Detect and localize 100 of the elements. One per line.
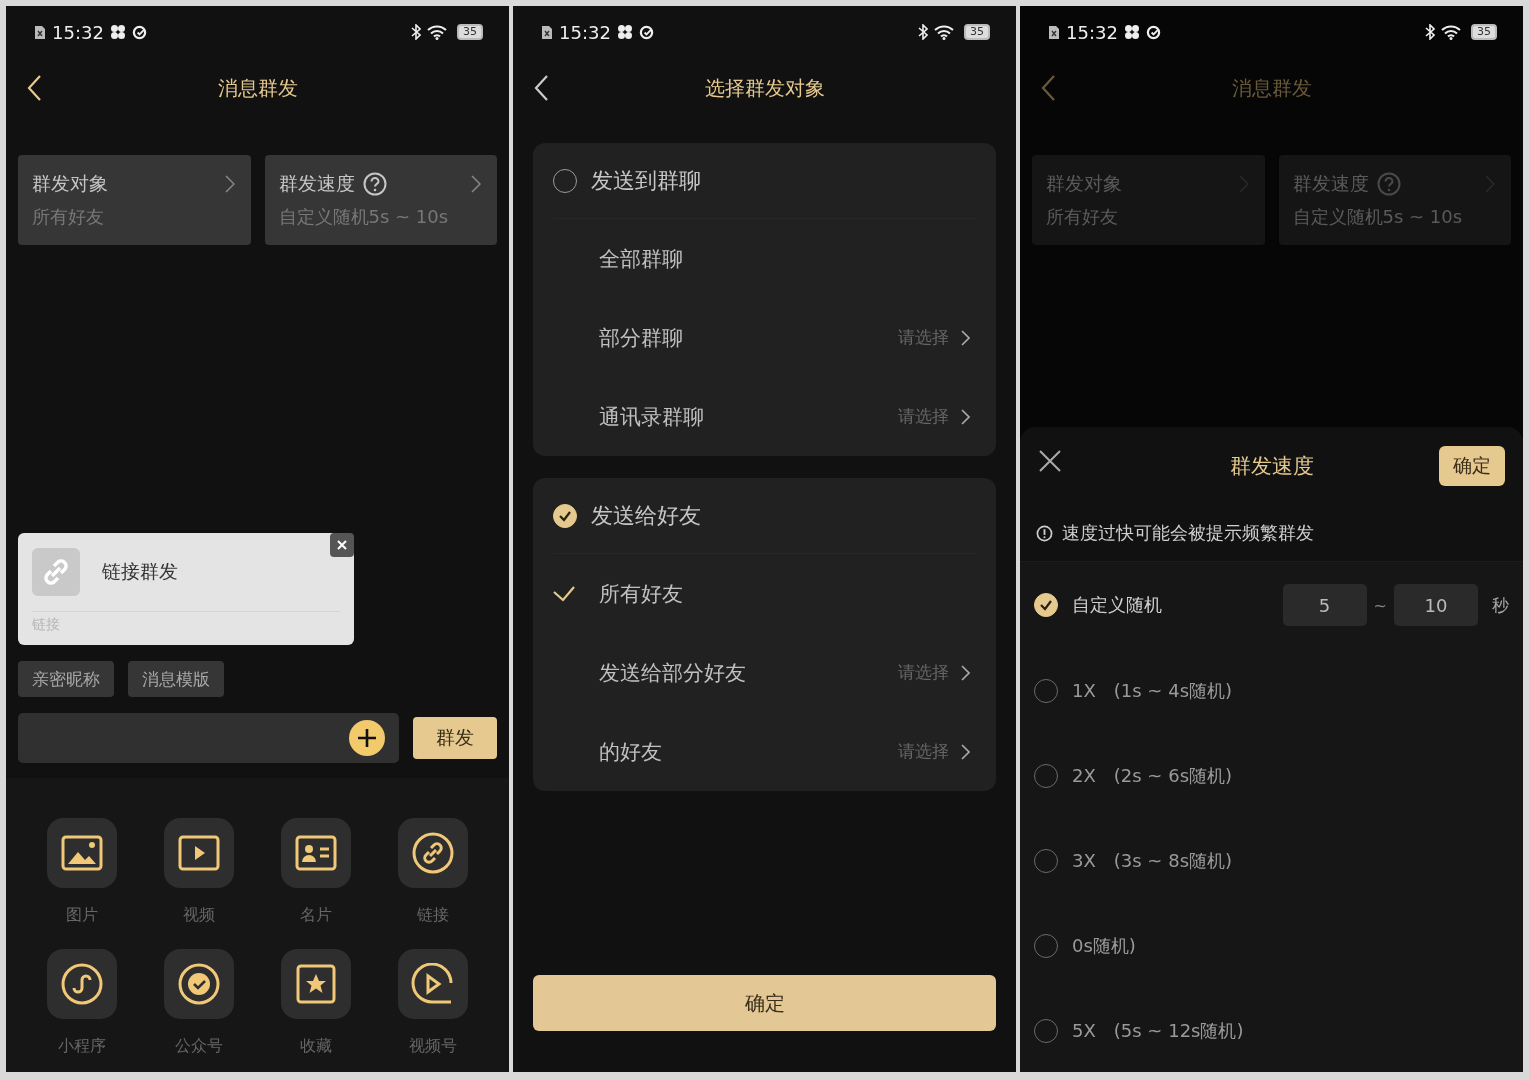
wifi-icon — [934, 24, 954, 40]
bluetooth-icon — [411, 24, 421, 40]
attachment-label: 名片 — [299, 905, 332, 926]
card-label: 群发对象 — [1046, 171, 1122, 196]
card-value: 自定义随机5s ~ 10s — [1292, 205, 1464, 229]
max-seconds-field[interactable]: 10 — [1394, 584, 1478, 626]
chevron-icon — [961, 408, 970, 425]
sync-icon — [638, 24, 654, 40]
attachment-tile[interactable] — [164, 949, 235, 1019]
status-time: 15:32 — [1066, 21, 1118, 43]
link-icon — [411, 832, 454, 874]
wifi-icon — [1441, 24, 1461, 40]
card-label: 群发速度 — [278, 171, 355, 196]
attachment-label: 视频 — [183, 905, 216, 926]
sheet-title: 群发速度 — [1229, 453, 1314, 480]
chevron-icon — [961, 743, 970, 760]
range-separator: ~ — [1373, 595, 1387, 615]
card-value: 自定义随机5s ~ 10s — [278, 205, 450, 229]
mini-program-icon — [61, 963, 104, 1005]
play-circle-icon — [410, 963, 455, 1005]
close-icon[interactable] — [1038, 449, 1062, 473]
send-button[interactable]: 群发 — [413, 717, 497, 759]
contact-card-icon — [294, 835, 337, 871]
chevron-icon — [961, 329, 970, 346]
info-icon — [1036, 524, 1053, 542]
target-option[interactable]: 通讯录群聊 请选择 — [553, 377, 976, 456]
card-label: 群发对象 — [32, 171, 108, 196]
wifi-icon — [427, 24, 447, 40]
add-icon[interactable] — [349, 720, 385, 756]
speed-option[interactable]: 1X — [1072, 680, 1096, 701]
close-icon[interactable] — [330, 533, 354, 557]
group-option[interactable]: 发送到群聊 — [553, 143, 976, 219]
battery-level: 35 — [1471, 24, 1497, 40]
template-chip[interactable]: 消息模版 — [128, 661, 224, 697]
target-option[interactable]: 全部群聊 — [553, 219, 976, 298]
attachment-label: 公众号 — [175, 1036, 224, 1057]
chevron-icon — [961, 664, 970, 681]
fan-icon — [109, 24, 126, 40]
target-option[interactable]: 部分群聊 请选择 — [553, 298, 976, 377]
status-time: 15:32 — [559, 21, 611, 43]
status-time: 15:32 — [52, 21, 104, 43]
attachment-tile[interactable] — [47, 818, 118, 888]
select-hint: 请选择 — [898, 326, 949, 349]
bluetooth-icon — [1425, 24, 1435, 40]
select-hint: 请选择 — [898, 405, 949, 428]
screen-title: 消息群发 — [1231, 74, 1312, 102]
warning-text: 速度过快可能会被提示频繁群发 — [1062, 521, 1314, 545]
screen-title: 选择群发对象 — [704, 74, 825, 102]
speed-option[interactable]: 自定义随机 — [1072, 593, 1162, 617]
link-title: 链接群发 — [102, 559, 178, 584]
attachment-tile[interactable] — [397, 818, 468, 888]
sync-icon — [1145, 24, 1161, 40]
speed-range: 0s随机) — [1072, 933, 1136, 958]
speed-option[interactable]: 5X — [1072, 1020, 1096, 1041]
sim-card-icon — [34, 24, 46, 40]
confirm-button[interactable]: 确定 — [1439, 446, 1505, 486]
card-value: 所有好友 — [1046, 205, 1119, 229]
verified-badge-icon — [178, 963, 221, 1005]
attachment-tile[interactable] — [47, 949, 118, 1019]
fan-icon — [1123, 24, 1140, 40]
confirm-button[interactable]: 确定 — [533, 975, 996, 1031]
chevron-icon — [224, 175, 235, 193]
attachment-tile[interactable] — [280, 818, 351, 888]
card-label: 群发速度 — [1292, 171, 1369, 196]
attachment-tile[interactable] — [164, 818, 235, 888]
unit-label: 秒 — [1492, 593, 1509, 617]
attachment-label: 视频号 — [408, 1036, 457, 1057]
select-hint: 请选择 — [898, 661, 949, 684]
chevron-icon — [471, 175, 481, 193]
speed-range: (2s ~ 6s随机) — [1113, 763, 1233, 788]
link-icon — [32, 548, 80, 596]
screen-title: 消息群发 — [217, 74, 298, 102]
sim-card-icon — [1048, 24, 1060, 40]
speed-range: (1s ~ 4s随机) — [1113, 678, 1233, 703]
message-input[interactable] — [18, 713, 399, 763]
group-option[interactable]: 发送给好友 — [553, 478, 976, 554]
sync-icon — [131, 24, 147, 40]
bluetooth-icon — [918, 24, 928, 40]
target-option[interactable]: 发送给部分好友 请选择 — [553, 633, 976, 712]
select-hint: 请选择 — [898, 740, 949, 763]
target-option[interactable]: 的好友 请选择 — [553, 712, 976, 791]
min-seconds-field[interactable]: 5 — [1282, 584, 1367, 626]
card-value: 所有好友 — [32, 205, 105, 229]
speed-option[interactable]: 2X — [1072, 765, 1096, 786]
attachment-tile[interactable] — [280, 949, 351, 1019]
attachment-label: 图片 — [66, 905, 99, 926]
speed-option[interactable]: 3X — [1072, 850, 1096, 871]
sim-card-icon — [541, 24, 553, 40]
settings-card[interactable]: 群发速度 自定义随机5s ~ 10s — [264, 155, 497, 245]
settings-card[interactable]: 群发对象 所有好友 — [18, 155, 251, 245]
video-icon — [178, 835, 221, 871]
image-icon — [61, 835, 104, 871]
attachment-label: 链接 — [416, 905, 449, 926]
fan-icon — [616, 24, 633, 40]
target-option[interactable]: 所有好友 — [553, 554, 976, 633]
speed-range: (3s ~ 8s随机) — [1113, 848, 1233, 873]
battery-level: 35 — [457, 24, 483, 40]
attachment-label: 小程序 — [58, 1036, 107, 1057]
attachment-tile[interactable] — [397, 949, 468, 1019]
template-chip[interactable]: 亲密昵称 — [18, 661, 114, 697]
